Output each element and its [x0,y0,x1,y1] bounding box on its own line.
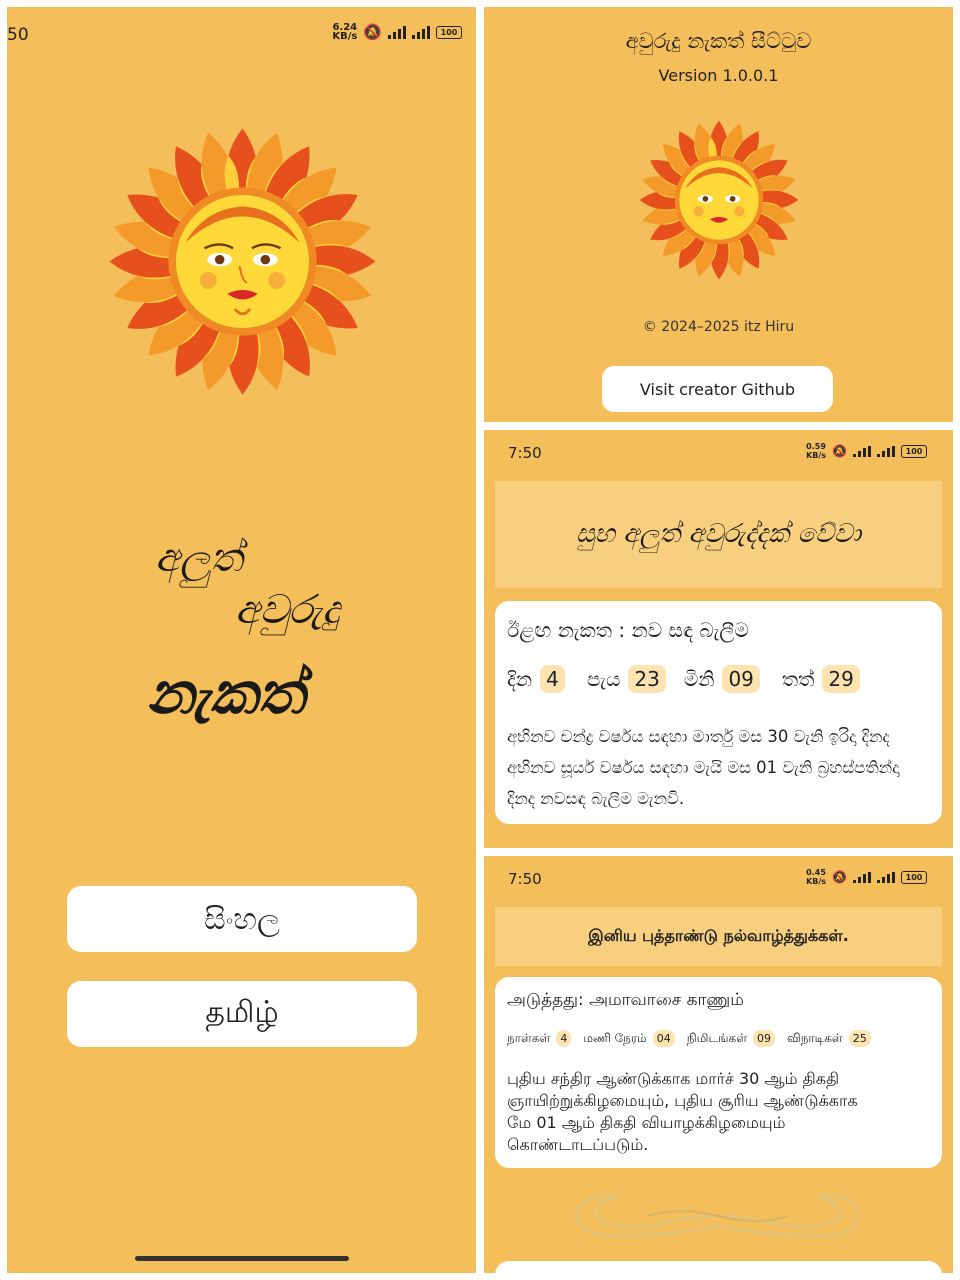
greeting-text: සුභ අලුත් අවුරුද්දක් වේවා [575,519,862,549]
seconds-value: 29 [822,665,860,693]
greeting-banner: இனிய புத்தாண்டு நல்வாழ்த்துக்கள். [495,907,942,966]
status-bar: 7:50 0.45 KB/s 🔕 100 [484,856,953,912]
signal-icon [877,871,895,883]
sun-logo-image [639,120,799,280]
next-event-label: ඊළඟ නැකත : නව සඳ බැලීම [507,618,749,642]
status-time: 50 [7,25,29,45]
greeting-banner: සුභ අලුත් අවුරුද්දක් වේවා [495,481,942,588]
days-value: 4 [540,665,565,693]
countdown-row: நாள்கள் 4 மணி நேரம் 04 நிமிடங்கள் 09 விந… [507,1030,875,1047]
sinhala-button[interactable]: සිංහල [67,886,417,952]
description-text: අභිනව චන්ද්‍ර වර්ෂය සඳහා මාර්තු මස 30 වැ… [507,727,900,808]
net-speed: 6.24 KB/s [332,22,358,42]
mute-icon: 🔕 [832,870,847,884]
app-title-art: අලුත් අවුරුදු නැකත් [147,527,407,767]
hours-label: மணி நேரம் [583,1030,647,1045]
status-icons: 6.24 KB/s 🔕 100 [332,22,462,42]
gesture-bar[interactable] [135,1256,349,1261]
copyright-text: © 2024–2025 itz Hiru [642,319,795,335]
countdown-card: ඊළඟ නැකත : නව සඳ බැලීම දින 4 පැය 23 මිනි… [495,601,942,824]
battery-icon: 100 [901,870,927,884]
ornament-divider-image [576,1194,860,1238]
visit-github-button[interactable]: Visit creator Github [602,366,833,412]
seconds-label: விநாடிகள் [787,1030,843,1045]
status-icons: 0.45 KB/s 🔕 100 [806,868,927,886]
greeting-text: இனிய புத்தாண்டு நல்வாழ்த்துக்கள். [588,926,849,945]
next-event-label: அடுத்தது: அமாவாசை காணும் [507,990,744,1010]
title-line-1: අලුත් [155,535,243,581]
home-screen: 50 6.24 KB/s 🔕 100 අලුත් අවුරුදු නැකත් ස… [7,7,476,1273]
signal-4g-icon [853,871,871,883]
next-card-peek [495,1261,942,1273]
seconds-value: 25 [848,1030,871,1047]
minutes-label: நிமிடங்கள் [686,1030,748,1045]
about-screen: අවුරුදු නැකත් සීට්ටුව Version 1.0.0.1 © … [484,7,953,422]
hours-label: පැය [586,667,621,691]
minutes-label: මිනි [683,667,715,691]
countdown-row: දින 4 පැය 23 මිනි 09 තත් 29 [507,665,864,693]
net-speed: 0.45 KB/s [806,868,827,886]
mute-icon: 🔕 [363,23,382,41]
mute-icon: 🔕 [832,444,847,458]
sun-logo-image [109,128,376,395]
signal-icon [877,445,895,457]
signal-4g-icon [388,25,406,39]
sinhala-screen: 7:50 0.59 KB/s 🔕 100 සුභ අලුත් අවුරුද්දක… [484,430,953,848]
tamil-button[interactable]: தமிழ் [67,981,417,1047]
minutes-value: 09 [722,665,760,693]
description-text: புதிய சந்திர ஆண்டுக்காக மார்ச் 30 ஆம் தி… [507,1069,858,1154]
days-value: 4 [556,1030,572,1047]
battery-icon: 100 [436,25,462,39]
minutes-value: 09 [753,1030,776,1047]
status-bar: 7:50 0.59 KB/s 🔕 100 [484,430,953,486]
status-time: 7:50 [508,444,542,462]
hours-value: 04 [652,1030,675,1047]
status-time: 7:50 [508,870,542,888]
about-version: Version 1.0.0.1 [658,66,779,85]
net-speed: 0.59 KB/s [806,442,827,460]
status-icons: 0.59 KB/s 🔕 100 [806,442,927,460]
about-app-title: අවුරුදු නැකත් සීට්ටුව [625,29,812,53]
hours-value: 23 [628,665,666,693]
signal-4g-icon [853,445,871,457]
signal-icon [412,25,430,39]
seconds-label: තත් [781,667,815,691]
title-line-3: නැකත් [147,659,305,727]
days-label: දින [507,667,533,691]
days-label: நாள்கள் [507,1030,551,1045]
title-line-2: අවුරුදු [235,587,340,633]
status-bar: 50 6.24 KB/s 🔕 100 [7,7,476,63]
battery-icon: 100 [901,444,927,458]
countdown-card: அடுத்தது: அமாவாசை காணும் நாள்கள் 4 மணி ந… [495,977,942,1168]
tamil-screen: 7:50 0.45 KB/s 🔕 100 இனிய புத்தாண்டு நல்… [484,856,953,1273]
